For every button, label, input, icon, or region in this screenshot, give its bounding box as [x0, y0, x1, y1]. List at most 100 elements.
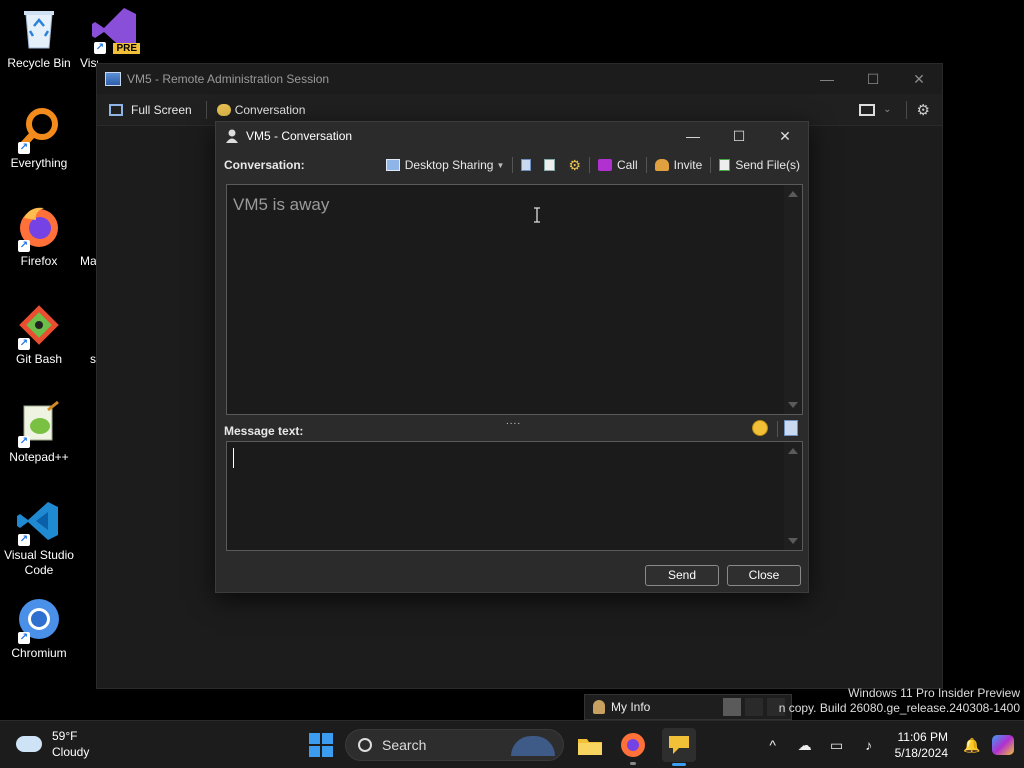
toolbar-separator [645, 157, 647, 173]
user-icon[interactable] [745, 698, 763, 716]
full-screen-label: Full Screen [131, 102, 192, 117]
message-scrollbar[interactable] [784, 442, 802, 550]
monitor-icon [385, 159, 400, 171]
desktop-sharing-button[interactable]: Desktop Sharing ▼ [385, 158, 504, 172]
windows-logo-tile [309, 746, 320, 757]
watermark-line-2: n copy. Build 26080.ge_release.240308-14… [778, 701, 1020, 715]
settings-button[interactable]: ⚙ [568, 157, 581, 174]
clock[interactable]: 11:06 PM 5/18/2024 [895, 729, 948, 761]
desktop-icon-vscode[interactable]: ↗ Visual Studio Code [4, 498, 74, 578]
show-hidden-icons-chevron-up-icon[interactable]: ^ [761, 735, 785, 755]
chevron-down-icon[interactable]: ⌄ [883, 104, 891, 115]
conversation-titlebar[interactable]: VM5 - Conversation — ☐ ✕ [216, 122, 808, 150]
desktop-icon-visual-studio[interactable]: PRE ↗ Visual Studio 20 [80, 6, 152, 70]
shortcut-arrow-icon: ↗ [18, 338, 30, 350]
firefox-taskbar-icon[interactable] [619, 731, 647, 765]
conversation-status-message: VM5 is away [233, 195, 330, 214]
invite-button[interactable]: Invite [654, 158, 703, 172]
user-status-icon[interactable] [723, 698, 741, 716]
desktop-icon-recycle-bin[interactable]: Recycle Bin [4, 6, 74, 71]
desktop-icon-notepad-plus-plus[interactable]: ↗ Notepad++ [4, 400, 74, 465]
desktop-icon-everything[interactable]: ↗ Everything [4, 106, 74, 171]
weather-description: Cloudy [52, 745, 90, 759]
close-button[interactable]: ✕ [896, 64, 942, 94]
call-button[interactable]: Call [597, 158, 638, 172]
shortcut-arrow-icon: ↗ [18, 632, 30, 644]
shortcut-arrow-icon: ↗ [18, 436, 30, 448]
my-info-label: My Info [611, 700, 651, 714]
toolbar-separator [512, 157, 514, 173]
conversation-label: Conversation: [224, 158, 305, 172]
message-input[interactable] [226, 441, 803, 551]
smiley-icon[interactable] [752, 420, 768, 436]
watermark-line-1: Windows 11 Pro Insider Preview [848, 686, 1020, 700]
shortcut-arrow-icon: ↗ [18, 142, 30, 154]
everything-icon: ↗ [16, 106, 62, 154]
maximize-button[interactable]: ☐ [716, 122, 762, 150]
copilot-icon[interactable] [992, 735, 1014, 755]
conversation-title: VM5 - Conversation [246, 129, 353, 143]
desktop-sharing-label: Desktop Sharing [404, 158, 494, 172]
system-tray: ^ ☁ ▭ ♪ 11:06 PM 5/18/2024 🔔 [757, 721, 1024, 768]
scroll-up-icon[interactable] [788, 448, 798, 454]
desktop-icon-label: Visual Studio Code [4, 548, 74, 577]
cloud-offline-icon[interactable]: ☁ [793, 735, 817, 755]
recycle-bin-icon [16, 6, 62, 52]
desktop-icon-label: Ma [80, 254, 97, 268]
conversation-scrollbar[interactable] [784, 185, 802, 414]
close-button[interactable]: ✕ [762, 122, 808, 150]
toolbar-separator [710, 157, 712, 173]
gear-icon[interactable]: ⚙ [917, 101, 930, 119]
conversation-toolbar: Conversation: Desktop Sharing ▼ ⚙ Call I… [216, 150, 808, 180]
remote-admin-app-icon [105, 72, 121, 86]
conversation-history[interactable]: VM5 is away [226, 184, 803, 415]
windows-logo-tile [309, 733, 320, 744]
send-files-button[interactable]: Send File(s) [719, 158, 800, 172]
git-bash-icon: ↗ [16, 302, 62, 350]
notification-bell-icon[interactable]: 🔔 [960, 735, 984, 755]
notebook-button[interactable] [521, 159, 536, 171]
full-screen-icon [109, 103, 123, 116]
desktop-icon-partial-ma[interactable]: Ma [80, 254, 97, 268]
scroll-down-icon[interactable] [788, 402, 798, 408]
display-icon[interactable]: ▭ [825, 735, 849, 755]
weather-widget[interactable]: 59°F Cloudy [16, 728, 89, 760]
conversation-button[interactable]: Conversation [216, 103, 305, 117]
desktop-icon-firefox[interactable]: ↗ Firefox [4, 204, 74, 269]
my-info-panel[interactable]: My Info [584, 694, 792, 720]
maximize-button[interactable]: ☐ [850, 64, 896, 94]
desktop-icon-label: Git Bash [15, 352, 63, 366]
minimize-button[interactable]: — [670, 122, 716, 150]
close-dialog-button[interactable]: Close [727, 565, 801, 586]
chromium-icon: ↗ [16, 596, 62, 644]
conversation-taskbar-icon[interactable] [662, 728, 696, 766]
visual-studio-icon: PRE ↗ [90, 6, 140, 56]
windows-icon[interactable] [859, 103, 876, 116]
scroll-up-icon[interactable] [788, 191, 798, 197]
remote-admin-titlebar[interactable]: VM5 - Remote Administration Session — ☐ … [97, 64, 942, 94]
desktop-icon-git-bash[interactable]: ↗ Git Bash [4, 302, 74, 367]
send-button[interactable]: Send [645, 565, 719, 586]
edit-note-icon[interactable] [784, 420, 798, 436]
pane-splitter[interactable]: .... [506, 416, 521, 427]
toolbar-separator [905, 100, 907, 119]
volume-icon[interactable]: ♪ [857, 735, 881, 755]
full-screen-button[interactable]: Full Screen [109, 103, 192, 117]
invite-label: Invite [673, 158, 703, 172]
desktop-icon-chromium[interactable]: ↗ Chromium [4, 596, 74, 661]
message-text-label: Message text: [224, 424, 304, 438]
file-explorer-taskbar-icon[interactable] [576, 731, 604, 759]
toolbar-separator [777, 421, 778, 437]
text-caret [233, 448, 234, 468]
start-button[interactable] [309, 733, 333, 757]
minimize-button[interactable]: — [804, 64, 850, 94]
running-indicator [630, 762, 636, 765]
file-info-button[interactable] [544, 159, 560, 171]
conversation-dialog[interactable]: VM5 - Conversation — ☐ ✕ Conversation: D… [215, 121, 809, 593]
document-icon [544, 159, 556, 171]
windows-logo-tile [322, 733, 333, 744]
notepad-plus-plus-icon: ↗ [16, 400, 62, 448]
taskbar-search[interactable]: Search [345, 729, 564, 761]
send-files-label: Send File(s) [735, 158, 800, 172]
scroll-down-icon[interactable] [788, 538, 798, 544]
